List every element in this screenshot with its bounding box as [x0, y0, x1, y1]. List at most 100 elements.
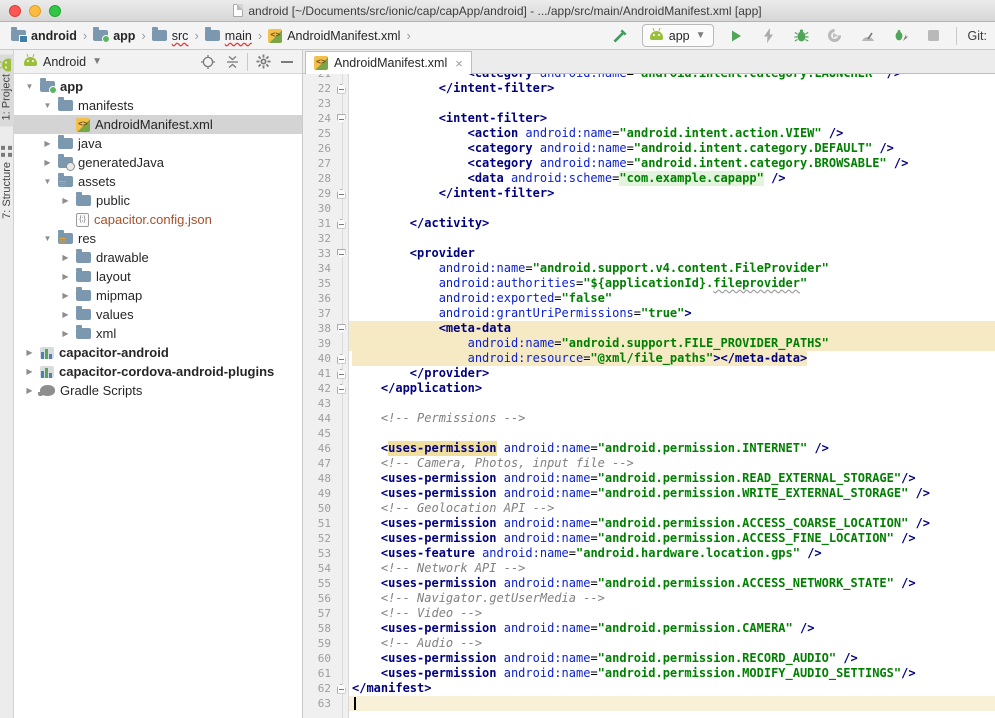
tree-item-java[interactable]: ▶java — [14, 134, 302, 153]
tree-expand-arrow[interactable]: ▶ — [60, 329, 71, 338]
code-line-48[interactable]: 48 <uses-permission android:name="androi… — [303, 471, 995, 486]
code-line-55[interactable]: 55 <uses-permission android:name="androi… — [303, 576, 995, 591]
code-line-30[interactable]: 30 — [303, 201, 995, 216]
code-line-60[interactable]: 60 <uses-permission android:name="androi… — [303, 651, 995, 666]
line-number[interactable]: 46 — [303, 441, 333, 456]
line-number[interactable]: 44 — [303, 411, 333, 426]
fold-collapse-icon[interactable] — [337, 324, 346, 334]
line-number[interactable]: 21 — [303, 74, 333, 81]
fold-marker[interactable] — [333, 111, 349, 126]
profiler-icon[interactable] — [857, 25, 879, 47]
line-number[interactable]: 45 — [303, 426, 333, 441]
line-number[interactable]: 42 — [303, 381, 333, 396]
coverage-icon[interactable] — [824, 25, 846, 47]
tree-expand-arrow[interactable]: ▼ — [42, 234, 53, 243]
fold-marker[interactable] — [333, 216, 349, 231]
locate-file-icon[interactable] — [199, 53, 217, 71]
tree-expand-arrow[interactable]: ▶ — [60, 310, 71, 319]
code-line-49[interactable]: 49 <uses-permission android:name="androi… — [303, 486, 995, 501]
fold-marker[interactable] — [333, 186, 349, 201]
fold-marker[interactable] — [333, 246, 349, 261]
debug-icon[interactable] — [791, 25, 813, 47]
line-number[interactable]: 23 — [303, 96, 333, 111]
hide-panel-icon[interactable] — [278, 53, 296, 71]
tree-expand-arrow[interactable]: ▶ — [60, 291, 71, 300]
code-line-43[interactable]: 43 — [303, 396, 995, 411]
breadcrumb-item-android[interactable]: android — [8, 27, 80, 45]
code-editor[interactable]: 21 <category android:name="android.inten… — [303, 74, 995, 718]
tree-expand-arrow[interactable]: ▶ — [24, 386, 35, 395]
breadcrumb-item-app[interactable]: app — [90, 27, 138, 45]
line-number[interactable]: 54 — [303, 561, 333, 576]
tree-item-capacitor-config-json[interactable]: capacitor.config.json — [14, 210, 302, 229]
tree-item-public[interactable]: ▶public — [14, 191, 302, 210]
line-number[interactable]: 33 — [303, 246, 333, 261]
line-number[interactable]: 56 — [303, 591, 333, 606]
code-line-57[interactable]: 57 <!-- Video --> — [303, 606, 995, 621]
line-number[interactable]: 49 — [303, 486, 333, 501]
tree-item-manifests[interactable]: ▼manifests — [14, 96, 302, 115]
line-number[interactable]: 36 — [303, 291, 333, 306]
fold-end-icon[interactable] — [337, 354, 346, 364]
fold-collapse-icon[interactable] — [337, 114, 346, 124]
code-line-52[interactable]: 52 <uses-permission android:name="androi… — [303, 531, 995, 546]
tab-androidmanifest[interactable]: AndroidManifest.xml × — [305, 51, 472, 74]
code-line-40[interactable]: 40 android:resource="@xml/file_paths"></… — [303, 351, 995, 366]
code-line-54[interactable]: 54 <!-- Network API --> — [303, 561, 995, 576]
breadcrumb-item-src[interactable]: src — [149, 27, 192, 45]
code-line-37[interactable]: 37 android:grantUriPermissions="true"> — [303, 306, 995, 321]
line-number[interactable]: 48 — [303, 471, 333, 486]
tree-item-drawable[interactable]: ▶drawable — [14, 248, 302, 267]
fold-marker[interactable] — [333, 381, 349, 396]
code-line-27[interactable]: 27 <category android:name="android.inten… — [303, 156, 995, 171]
code-line-26[interactable]: 26 <category android:name="android.inten… — [303, 141, 995, 156]
tree-expand-arrow[interactable]: ▶ — [60, 196, 71, 205]
line-number[interactable]: 62 — [303, 681, 333, 696]
fold-end-icon[interactable] — [337, 189, 346, 199]
line-number[interactable]: 51 — [303, 516, 333, 531]
fold-end-icon[interactable] — [337, 219, 346, 229]
code-line-39[interactable]: 39 android:name="android.support.FILE_PR… — [303, 336, 995, 351]
line-number[interactable]: 28 — [303, 171, 333, 186]
code-line-53[interactable]: 53 <uses-feature android:name="android.h… — [303, 546, 995, 561]
code-line-22[interactable]: 22 </intent-filter> — [303, 81, 995, 96]
line-number[interactable]: 52 — [303, 531, 333, 546]
code-line-50[interactable]: 50 <!-- Geolocation API --> — [303, 501, 995, 516]
apply-changes-icon[interactable] — [758, 25, 780, 47]
code-line-25[interactable]: 25 <action android:name="android.intent.… — [303, 126, 995, 141]
tree-item-res[interactable]: ▼res — [14, 229, 302, 248]
tree-expand-arrow[interactable]: ▶ — [60, 272, 71, 281]
tree-expand-arrow[interactable]: ▶ — [24, 367, 35, 376]
code-line-38[interactable]: 38 <meta-data — [303, 321, 995, 336]
code-line-33[interactable]: 33 <provider — [303, 246, 995, 261]
fold-marker[interactable] — [333, 81, 349, 96]
code-line-31[interactable]: 31 </activity> — [303, 216, 995, 231]
line-number[interactable]: 29 — [303, 186, 333, 201]
stop-icon[interactable] — [923, 25, 945, 47]
build-hammer-icon[interactable] — [609, 25, 631, 47]
tree-item-gradle-scripts[interactable]: ▶Gradle Scripts — [14, 381, 302, 400]
code-line-56[interactable]: 56 <!-- Navigator.getUserMedia --> — [303, 591, 995, 606]
fold-end-icon[interactable] — [337, 384, 346, 394]
run-icon[interactable] — [725, 25, 747, 47]
line-number[interactable]: 61 — [303, 666, 333, 681]
code-line-28[interactable]: 28 <data android:scheme="com.example.cap… — [303, 171, 995, 186]
line-number[interactable]: 39 — [303, 336, 333, 351]
attach-debugger-icon[interactable] — [890, 25, 912, 47]
code-line-59[interactable]: 59 <!-- Audio --> — [303, 636, 995, 651]
line-number[interactable]: 43 — [303, 396, 333, 411]
breadcrumb-item-main[interactable]: main — [202, 27, 255, 45]
tree-item-values[interactable]: ▶values — [14, 305, 302, 324]
line-number[interactable]: 34 — [303, 261, 333, 276]
code-line-35[interactable]: 35 android:authorities="${applicationId}… — [303, 276, 995, 291]
line-number[interactable]: 63 — [303, 696, 333, 711]
line-number[interactable]: 37 — [303, 306, 333, 321]
code-line-42[interactable]: 42 </application> — [303, 381, 995, 396]
code-line-21[interactable]: 21 <category android:name="android.inten… — [303, 74, 995, 81]
fold-end-icon[interactable] — [337, 369, 346, 379]
code-line-32[interactable]: 32 — [303, 231, 995, 246]
tool-window-button-1-project[interactable]: 1: Project — [0, 54, 14, 126]
tree-item-mipmap[interactable]: ▶mipmap — [14, 286, 302, 305]
code-line-47[interactable]: 47 <!-- Camera, Photos, input file --> — [303, 456, 995, 471]
line-number[interactable]: 59 — [303, 636, 333, 651]
